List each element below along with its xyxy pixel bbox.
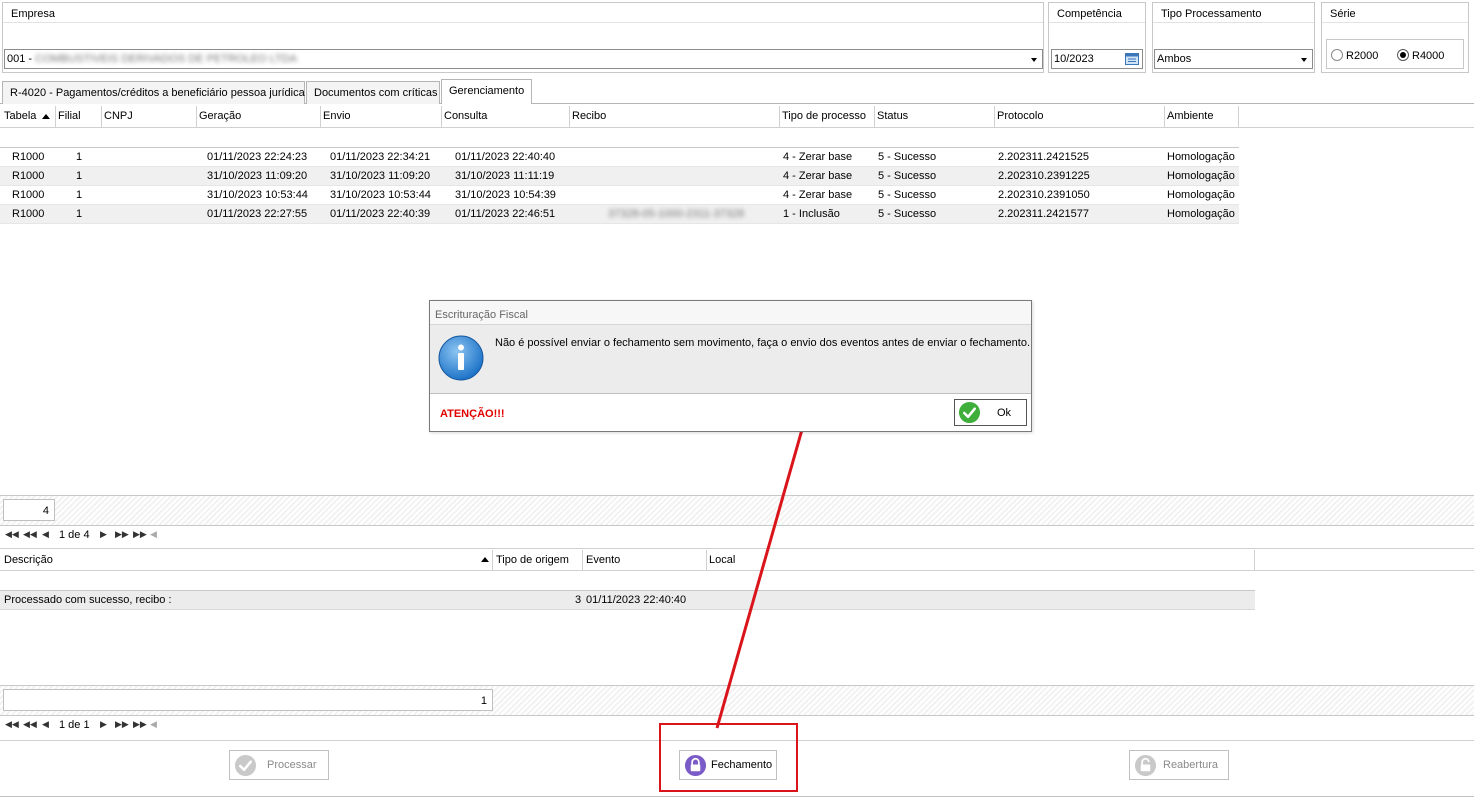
serie-group: Série R2000 R4000 — [1321, 2, 1469, 73]
col-local[interactable]: Local — [709, 554, 735, 566]
recibo-value: 37328-05-1000-2311-37328 — [608, 208, 745, 220]
next-set-icon[interactable]: ▶▶ — [115, 529, 129, 540]
dialog-warning: ATENÇÃO!!! — [440, 408, 505, 420]
main-grid-pager: ◀◀ ◀◀ ◀ 1 de 4 ▶ ▶▶ ▶▶ ◀ — [0, 529, 200, 541]
col-consulta[interactable]: Consulta — [444, 110, 487, 122]
next-set-icon[interactable]: ▶▶ — [115, 719, 129, 730]
col-geracao[interactable]: Geração — [199, 110, 241, 122]
serie-radio-box: R2000 R4000 — [1326, 39, 1464, 69]
sort-asc-icon — [42, 114, 50, 119]
tipo-processamento-select[interactable]: Ambos — [1154, 49, 1313, 69]
check-icon — [234, 754, 257, 777]
page-indicator: 1 de 1 — [59, 719, 90, 731]
col-filial[interactable]: Filial — [58, 110, 81, 122]
col-descricao[interactable]: Descrição — [4, 554, 53, 566]
empresa-name: COMBUSTIVEIS DERIVADOS DE PETROLEO LTDA — [35, 53, 297, 65]
tab-documentos-criticas[interactable]: Documentos com críticas — [306, 81, 440, 104]
detail-grid-count: 1 — [3, 689, 493, 711]
col-recibo[interactable]: Recibo — [572, 110, 606, 122]
col-tabela[interactable]: Tabela — [4, 110, 36, 122]
competencia-label: Competência — [1057, 8, 1122, 20]
next-page-icon[interactable]: ▶ — [100, 529, 107, 540]
page-indicator: 1 de 4 — [59, 529, 90, 541]
list-item[interactable]: Processado com sucesso, recibo : 3 01/11… — [0, 591, 1255, 610]
bottom-edge — [0, 796, 1474, 797]
col-cnpj[interactable]: CNPJ — [104, 110, 133, 122]
chevron-down-icon — [1301, 58, 1307, 62]
table-row[interactable]: R1000 1 01/11/2023 22:24:23 01/11/2023 2… — [0, 148, 1239, 167]
unlock-icon — [1134, 754, 1157, 777]
radio-r4000-label: R4000 — [1412, 50, 1445, 62]
tipo-processamento-label: Tipo Processamento — [1161, 8, 1262, 20]
col-evento[interactable]: Evento — [586, 554, 620, 566]
prev-set-icon[interactable]: ◀◀ — [23, 719, 37, 730]
col-ambiente[interactable]: Ambiente — [1167, 110, 1213, 122]
radio-r4000[interactable] — [1397, 49, 1409, 61]
serie-label: Série — [1330, 8, 1356, 20]
ok-button[interactable]: Ok — [954, 399, 1027, 426]
competencia-input[interactable]: 10/2023 — [1051, 49, 1143, 69]
next-page-icon[interactable]: ▶ — [100, 719, 107, 730]
last-page-icon[interactable]: ▶▶ — [133, 529, 147, 540]
empresa-label: Empresa — [11, 8, 56, 20]
ok-label: Ok — [997, 407, 1012, 419]
main-grid-footer — [0, 495, 1474, 526]
last-page-icon[interactable]: ▶▶ — [133, 719, 147, 730]
sort-asc-icon — [481, 557, 489, 562]
scroll-left-icon[interactable]: ◀ — [150, 719, 157, 730]
table-row[interactable]: R1000 1 31/10/2023 10:53:44 31/10/2023 1… — [0, 186, 1239, 205]
calendar-icon[interactable] — [1125, 53, 1139, 65]
detail-grid-pager: ◀◀ ◀◀ ◀ 1 de 1 ▶ ▶▶ ▶▶ ◀ — [0, 719, 200, 731]
dialog-titlebar: Escrituração Fiscal — [430, 301, 1031, 325]
col-protocolo[interactable]: Protocolo — [997, 110, 1043, 122]
info-icon — [438, 335, 484, 381]
prev-page-icon[interactable]: ◀ — [42, 719, 49, 730]
radio-r2000[interactable] — [1331, 49, 1343, 61]
dialog-title: Escrituração Fiscal — [435, 309, 528, 321]
competencia-group: Competência 10/2023 — [1048, 2, 1146, 73]
empresa-code: 001 - — [7, 53, 36, 65]
detail-grid-header — [0, 548, 1474, 571]
dialog: Escrituração Fiscal Não é possível envia… — [429, 300, 1032, 432]
prev-set-icon[interactable]: ◀◀ — [23, 529, 37, 540]
highlight-box — [659, 723, 798, 792]
prev-page-icon[interactable]: ◀ — [42, 529, 49, 540]
empresa-group: Empresa 001 - COMBUSTIVEIS DERIVADOS DE … — [2, 2, 1044, 73]
tab-gerenciamento[interactable]: Gerenciamento — [441, 79, 532, 104]
chevron-down-icon — [1031, 58, 1037, 62]
processar-button[interactable]: Processar — [229, 750, 329, 780]
table-row[interactable]: R1000 1 31/10/2023 11:09:20 31/10/2023 1… — [0, 167, 1239, 186]
check-icon — [958, 401, 981, 424]
radio-r2000-label: R2000 — [1346, 50, 1379, 62]
main-grid-count: 4 — [3, 499, 55, 521]
tipo-processamento-group: Tipo Processamento Ambos — [1152, 2, 1315, 73]
first-page-icon[interactable]: ◀◀ — [5, 529, 19, 540]
col-status[interactable]: Status — [877, 110, 908, 122]
dialog-message: Não é possível enviar o fechamento sem m… — [495, 337, 1031, 349]
col-envio[interactable]: Envio — [323, 110, 351, 122]
reabertura-button[interactable]: Reabertura — [1129, 750, 1229, 780]
scroll-left-icon[interactable]: ◀ — [150, 529, 157, 540]
dialog-body: Não é possível enviar o fechamento sem m… — [430, 325, 1031, 394]
col-tipo-processo[interactable]: Tipo de processo — [782, 110, 866, 122]
tab-r4020[interactable]: R-4020 - Pagamentos/créditos a beneficiá… — [2, 81, 305, 104]
table-row[interactable]: R1000 1 01/11/2023 22:27:55 01/11/2023 2… — [0, 205, 1239, 224]
first-page-icon[interactable]: ◀◀ — [5, 719, 19, 730]
grid-filter-row[interactable] — [0, 128, 1239, 148]
empresa-select[interactable]: 001 - COMBUSTIVEIS DERIVADOS DE PETROLEO… — [4, 49, 1043, 69]
detail-filter-row[interactable] — [0, 571, 1255, 591]
col-tipo-origem[interactable]: Tipo de origem — [496, 554, 569, 566]
